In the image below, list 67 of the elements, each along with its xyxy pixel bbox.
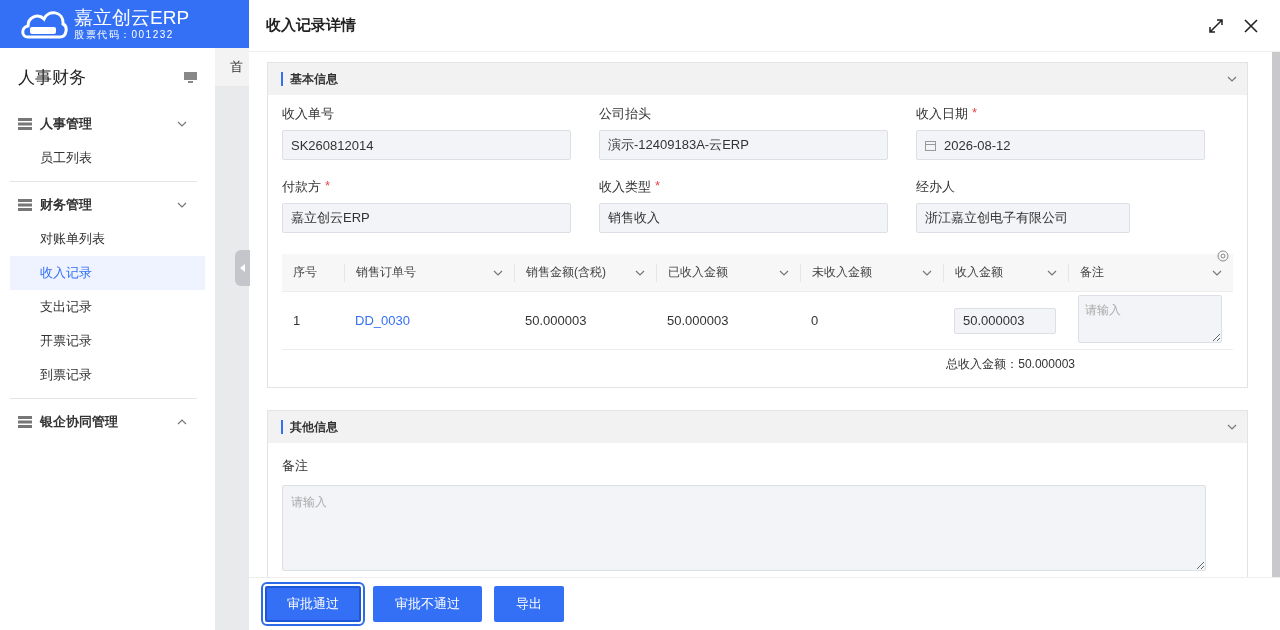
chevron-icon [177,121,188,127]
chevron-icon [779,269,789,276]
sidebar-item[interactable]: 到票记录 [10,358,206,392]
sidebar-item[interactable]: 支出记录 [10,290,206,324]
caret-icon [240,264,246,272]
sidebar-group[interactable]: 人事管理 [10,107,198,141]
field-label: 备注 [282,457,308,475]
chevron-icon [1212,269,1222,276]
total-amount: 总收入金额：50.000003 [946,356,1075,373]
input-field[interactable]: 嘉立创云ERP [282,203,571,233]
list-icon [18,118,32,130]
action-button[interactable]: 导出 [494,586,564,622]
field-label: 收入类型 [599,178,651,196]
sidebar-title: 人事财务 [18,67,86,89]
chevron-icon [493,269,503,276]
sidebar-group[interactable]: 银企协同管理 [10,405,198,439]
sidebar-item[interactable]: 员工列表 [10,141,206,175]
table-cell-text: 1 [292,313,302,328]
required-mark: * [972,105,978,120]
column-header: 收入金额 [943,263,1068,282]
input-field[interactable]: 演示-12409183A-云ERP [599,130,888,160]
table-cell-text: 50.000003 [524,313,588,328]
section-title: 其他信息 [281,420,1227,434]
list-icon [18,416,32,428]
monitor-icon[interactable] [184,71,198,84]
drawer-title: 收入记录详情 [266,16,357,35]
field-label: 收入日期 [916,105,968,123]
column-header: 已收入金额 [656,263,800,282]
required-mark: * [655,178,661,193]
calendar-icon [925,139,936,151]
field-label: 付款方 [282,178,321,196]
action-button[interactable]: 审批不通过 [373,586,482,622]
stock-code: 股票代码：001232 [74,29,175,41]
column-header: 销售订单号 [344,263,514,282]
column-header: 备注 [1068,263,1233,282]
table-cell-text: 50.000003 [666,313,730,328]
sidebar-item[interactable]: 开票记录 [10,324,206,358]
date-field[interactable]: 2026-08-12 [916,130,1205,160]
amount-field[interactable]: 50.000003 [954,307,1056,334]
brand-name: 嘉立创云ERP [74,7,190,29]
settings-icon[interactable] [1217,250,1229,262]
sidebar-group[interactable]: 财务管理 [10,188,198,222]
page-tab[interactable]: 首 [215,48,249,86]
collapse-handle[interactable] [235,250,251,286]
field-label: 经办人 [916,178,955,196]
chevron-icon [177,419,188,425]
column-header: 销售金额(含税) [514,263,656,282]
required-mark: * [325,178,331,193]
column-header: 未收入金额 [800,263,943,282]
chevron-icon [922,269,932,276]
section-title: 基本信息 [281,72,1227,86]
field-label: 公司抬头 [599,105,651,123]
chevron-icon [635,269,645,276]
sidebar-item[interactable]: 对账单列表 [10,222,206,256]
input-field[interactable]: 销售收入 [599,203,888,233]
remark-field[interactable]: 请输入 [282,485,1206,571]
input-field[interactable]: 浙江嘉立创电子有限公司 [916,203,1130,233]
sidebar-item[interactable]: 收入记录 [10,256,206,290]
table-cell-text: 0 [810,313,820,328]
field-label: 收入单号 [282,105,334,123]
chevron-icon [1047,269,1057,276]
order-link[interactable]: DD_0030 [344,313,514,328]
remark-field[interactable]: 请输入 [1078,295,1222,343]
input-field[interactable]: SK260812014 [282,130,571,160]
list-icon [18,199,32,211]
column-header: 序号 [292,264,318,281]
chevron-icon [177,202,188,208]
